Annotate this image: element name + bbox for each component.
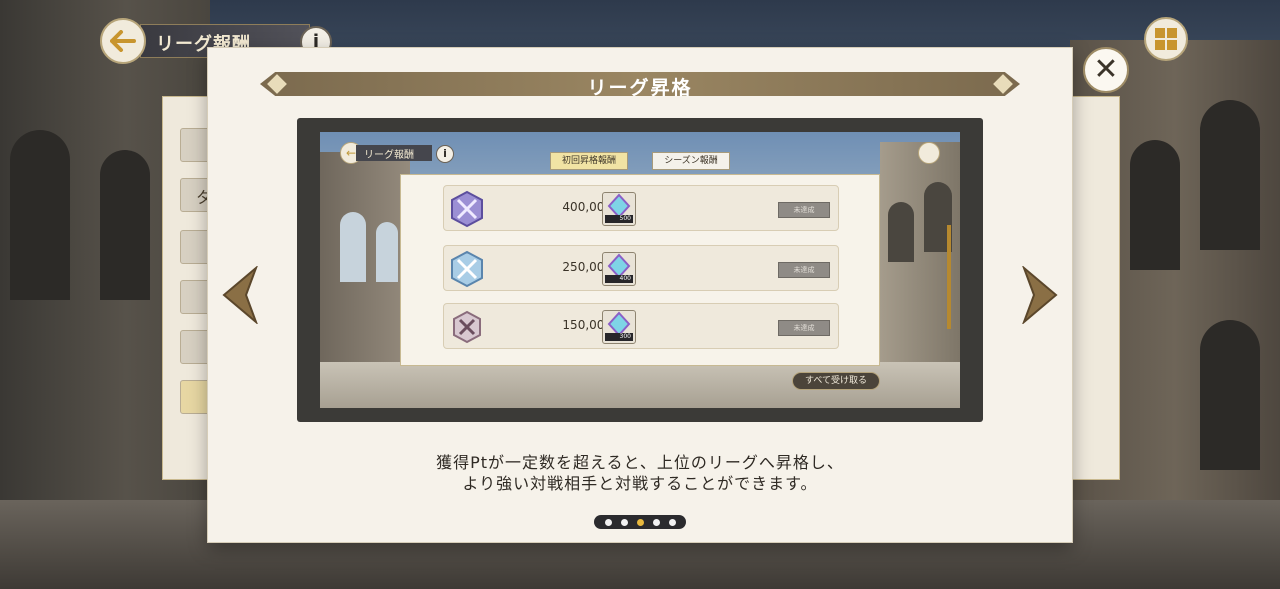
preview-grid-menu-icon [918, 142, 940, 164]
preview-arch [376, 222, 398, 282]
preview-scrollbar [947, 225, 951, 329]
preview-tab-first-promotion: 初回昇格報酬 [550, 152, 628, 170]
close-icon: ✕ [1093, 52, 1119, 87]
preview-reward-row: 250,000Pt 400 未達成 [443, 245, 839, 291]
preview-arch [888, 202, 914, 262]
page-dot[interactable] [620, 518, 628, 526]
background-arch [1130, 140, 1180, 270]
description-line-2: より強い対戦相手と対戦することができます。 [462, 474, 818, 493]
menu-button[interactable] [1144, 17, 1188, 61]
preview-reward-row: 150,000Pt 300 未達成 [443, 303, 839, 349]
preview-claim-all-button: すべて受け取る [792, 372, 880, 390]
next-page-button[interactable] [1020, 264, 1060, 326]
preview-header-title: リーグ報酬 [364, 150, 414, 161]
grid-menu-icon [1155, 28, 1177, 50]
background-arch [1200, 100, 1260, 250]
prev-page-button[interactable] [220, 264, 260, 326]
background-arch [100, 150, 150, 300]
page-dot[interactable] [668, 518, 676, 526]
preview-image: ← リーグ報酬 i 初回昇格報酬 シーズン報酬 400,000Pt 500 未達… [320, 132, 960, 408]
background-arch [1200, 320, 1260, 470]
preview-reward-panel: 400,000Pt 500 未達成 250,000Pt 400 未達成 150,… [400, 174, 951, 366]
reward-crystal-icon: 300 [602, 310, 636, 344]
close-button[interactable]: ✕ [1083, 47, 1129, 93]
chevron-right-icon [1021, 264, 1058, 326]
reward-count: 400 [605, 275, 633, 283]
reward-count: 300 [605, 333, 633, 341]
page-indicator [594, 515, 686, 529]
page-dot-active[interactable] [636, 518, 644, 526]
league-emblem-icon [451, 190, 483, 228]
background-panel-right [1070, 96, 1120, 480]
preview-claim-button: 未達成 [778, 320, 830, 336]
preview-info-icon: i [436, 145, 454, 163]
reward-crystal-icon: 400 [602, 252, 636, 286]
preview-tab-season: シーズン報酬 [652, 152, 730, 170]
preview-reward-row: 400,000Pt 500 未達成 [443, 185, 839, 231]
reward-crystal-icon: 500 [602, 192, 636, 226]
preview-claim-button: 未達成 [778, 202, 830, 218]
modal-title: リーグ昇格 [587, 77, 693, 99]
page-dot[interactable] [652, 518, 660, 526]
league-emblem-icon [451, 250, 483, 288]
back-button[interactable] [100, 18, 146, 64]
league-emblem-icon [453, 310, 481, 344]
reward-count: 500 [605, 215, 633, 223]
preview-arch [340, 212, 366, 282]
arrow-left-icon [110, 30, 136, 52]
background-arch [10, 130, 70, 300]
page-dot[interactable] [604, 518, 612, 526]
preview-claim-button: 未達成 [778, 262, 830, 278]
chevron-left-icon [222, 264, 259, 326]
